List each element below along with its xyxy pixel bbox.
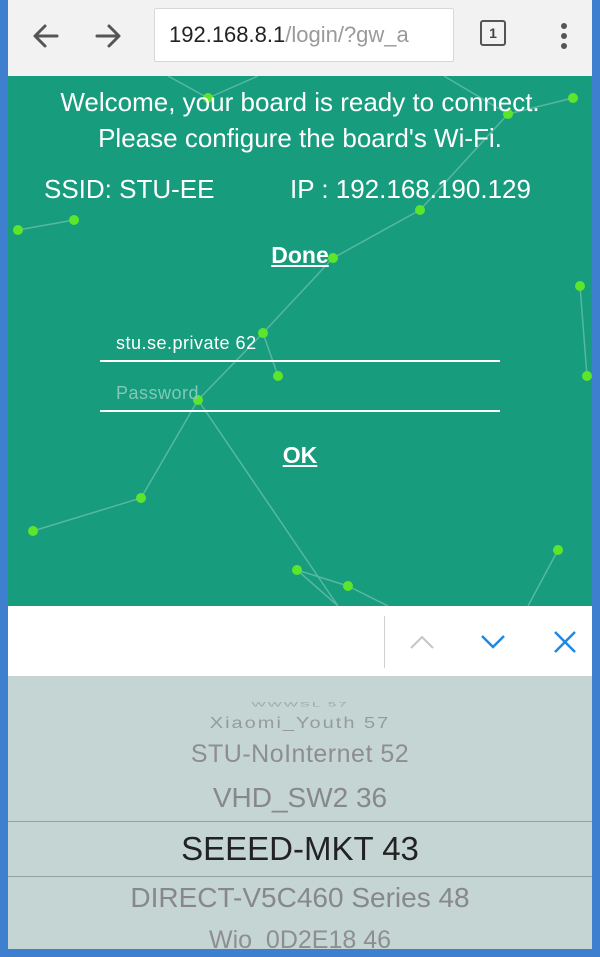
phone-screen: 192.168.8.1/login/?gw_a 1 Welcome, your … [8,0,592,949]
picker-item[interactable]: VHD_SW2 36 [8,782,592,814]
picker-item[interactable]: WWWSL 57 [8,701,592,709]
picker-item-selected[interactable]: SEEED-MKT 43 [8,830,592,868]
chevron-down-icon[interactable] [471,620,515,664]
picker-selection-bottom-line [8,876,592,877]
welcome-line-2: Please configure the board's Wi-Fi. [98,123,502,153]
picker-selection-top-line [8,821,592,822]
picker-item[interactable]: Wio_0D2E18 46 [8,926,592,949]
picker-item[interactable]: STU-NoInternet 52 [8,740,592,769]
chevron-up-icon[interactable] [400,620,444,664]
close-icon[interactable] [543,620,587,664]
done-link-label[interactable]: Done [271,242,329,268]
picker-item[interactable]: DIRECT-V5C460 Series 48 [8,882,592,914]
ok-link-label[interactable]: OK [283,442,318,468]
url-host: 192.168.8.1 [169,22,286,47]
address-bar[interactable]: 192.168.8.1/login/?gw_a [154,8,454,62]
browser-toolbar: 192.168.8.1/login/?gw_a 1 [8,0,592,76]
portal-page: Welcome, your board is ready to connect.… [8,76,592,606]
ok-link[interactable]: OK [8,442,592,469]
done-link[interactable]: Done [8,242,592,269]
network-picker-wheel[interactable]: WWWSL 57 Xiaomi_Youth 57 STU-NoInternet … [8,676,592,949]
password-field[interactable]: Password [100,376,500,412]
ssid-label: SSID: STU-EE [44,174,215,204]
back-arrow-icon[interactable] [24,14,68,58]
tab-switcher-icon[interactable]: 1 [480,20,506,46]
ip-label: IP : 192.168.190.129 [290,174,531,204]
welcome-line-1: Welcome, your board is ready to connect. [60,87,540,117]
url-path: /login/?gw_a [285,22,409,47]
more-vert-icon[interactable] [542,14,586,58]
picker-item[interactable]: Xiaomi_Youth 57 [8,714,592,732]
picker-toolbar [8,606,592,676]
forward-arrow-icon[interactable] [86,14,130,58]
ssid-field[interactable]: stu.se.private 62 [100,326,500,362]
welcome-message: Welcome, your board is ready to connect.… [8,84,592,156]
picker-divider [384,616,385,668]
